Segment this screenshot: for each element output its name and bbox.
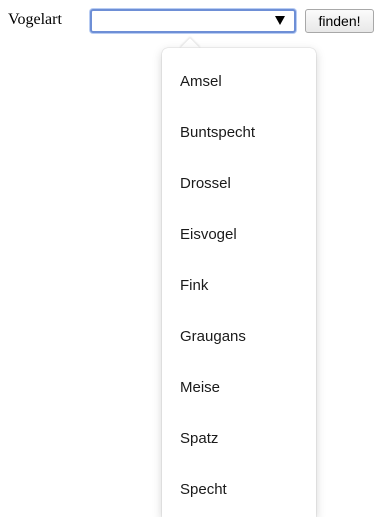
find-button[interactable]: finden! bbox=[305, 9, 374, 33]
option-specht[interactable]: Specht bbox=[180, 481, 227, 499]
option-eisvogel[interactable]: Eisvogel bbox=[180, 226, 237, 244]
option-drossel[interactable]: Drossel bbox=[180, 175, 231, 193]
bird-type-label: Vogelart bbox=[8, 11, 62, 28]
bird-type-dropdown-list: Amsel Buntspecht Drossel Eisvogel Fink G… bbox=[162, 48, 366, 517]
option-fink[interactable]: Fink bbox=[180, 277, 208, 295]
bird-type-select[interactable] bbox=[90, 9, 296, 33]
option-spatz[interactable]: Spatz bbox=[180, 430, 218, 448]
option-graugans[interactable]: Graugans bbox=[180, 328, 246, 346]
option-meise[interactable]: Meise bbox=[180, 379, 220, 397]
option-buntspecht[interactable]: Buntspecht bbox=[180, 124, 255, 142]
search-form: Vogelart finden! bbox=[0, 0, 380, 40]
chevron-down-icon bbox=[275, 16, 285, 25]
option-amsel[interactable]: Amsel bbox=[180, 73, 222, 91]
